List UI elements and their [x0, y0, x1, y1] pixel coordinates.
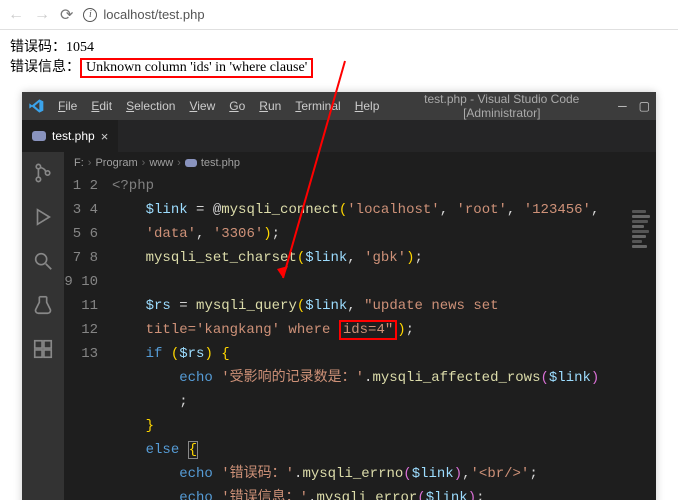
activity-bar — [22, 152, 64, 500]
minimize-button[interactable]: ─ — [618, 99, 627, 113]
extensions-icon[interactable] — [32, 338, 54, 360]
testing-icon[interactable] — [32, 294, 54, 316]
window-title: test.php - Visual Studio Code [Administr… — [385, 92, 618, 120]
tab-label: test.php — [52, 129, 95, 143]
menu-go[interactable]: Go — [223, 97, 251, 115]
back-button[interactable]: ← — [8, 6, 24, 24]
editor-tabs: test.php × — [22, 120, 656, 152]
code-editor[interactable]: 1 2 3 4 5 6 7 8 9 10 11 12 13 <?php $lin… — [64, 174, 656, 500]
breadcrumb-part: test.php — [201, 157, 240, 169]
php-file-icon — [32, 131, 46, 141]
error-code-label: 错误码： — [10, 40, 66, 55]
code-content[interactable]: <?php $link = @mysqli_connect('localhost… — [112, 174, 656, 500]
search-icon[interactable] — [32, 250, 54, 272]
breadcrumb-part: Program — [95, 157, 137, 169]
error-code-value: 1054 — [66, 40, 94, 55]
menu-help[interactable]: Help — [349, 97, 386, 115]
reload-button[interactable]: ⟳ — [60, 5, 73, 25]
menu-edit[interactable]: Edit — [85, 97, 118, 115]
vscode-logo-icon — [28, 98, 44, 114]
breadcrumb-part: F: — [74, 157, 84, 169]
vscode-window: File Edit Selection View Go Run Terminal… — [22, 92, 656, 500]
url-text: localhost/test.php — [103, 7, 204, 22]
browser-toolbar: ← → ⟳ i localhost/test.php — [0, 0, 678, 30]
forward-button[interactable]: → — [34, 6, 50, 24]
breadcrumb-part: www — [149, 157, 173, 169]
source-control-icon[interactable] — [32, 162, 54, 184]
tab-test-php[interactable]: test.php × — [22, 120, 118, 152]
menu-run[interactable]: Run — [253, 97, 287, 115]
line-numbers: 1 2 3 4 5 6 7 8 9 10 11 12 13 — [64, 174, 112, 500]
address-bar[interactable]: i localhost/test.php — [83, 7, 204, 22]
site-info-icon[interactable]: i — [83, 8, 97, 22]
maximize-button[interactable]: ▢ — [639, 99, 650, 113]
run-debug-icon[interactable] — [32, 206, 54, 228]
menu-selection[interactable]: Selection — [120, 97, 181, 115]
menu-file[interactable]: File — [52, 97, 83, 115]
tab-close-button[interactable]: × — [101, 129, 109, 144]
error-msg-label: 错误信息： — [10, 60, 80, 75]
titlebar: File Edit Selection View Go Run Terminal… — [22, 92, 656, 120]
page-output: 错误码：1054 错误信息：Unknown column 'ids' in 'w… — [0, 30, 678, 84]
menu-terminal[interactable]: Terminal — [289, 97, 346, 115]
code-highlight-ids: ids=4" — [339, 320, 397, 340]
minimap[interactable] — [632, 210, 652, 290]
menu-bar: File Edit Selection View Go Run Terminal… — [52, 97, 385, 115]
menu-view[interactable]: View — [183, 97, 221, 115]
php-file-icon — [185, 159, 197, 167]
breadcrumb[interactable]: F:› Program› www› test.php — [64, 152, 656, 174]
error-msg-highlight: Unknown column 'ids' in 'where clause' — [80, 58, 313, 78]
